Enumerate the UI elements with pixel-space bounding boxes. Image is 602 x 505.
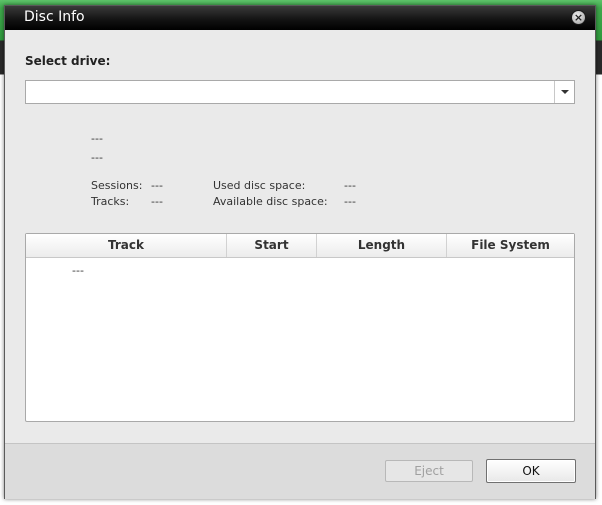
tracks-label: Tracks: bbox=[91, 195, 130, 208]
disc-info-line-2: --- bbox=[91, 151, 103, 164]
dialog-title: Disc Info bbox=[24, 9, 85, 25]
dialog-footer: Eject OK bbox=[5, 443, 595, 499]
dialog-titlebar: Disc Info × bbox=[5, 6, 595, 30]
used-space-label: Used disc space: bbox=[213, 179, 306, 192]
available-space-label: Available disc space: bbox=[213, 195, 328, 208]
available-space-value: --- bbox=[344, 195, 356, 208]
sessions-label: Sessions: bbox=[91, 179, 143, 192]
ok-button[interactable]: OK bbox=[486, 459, 576, 483]
tracks-table[interactable]: Track Start Length File System --- bbox=[25, 233, 575, 422]
column-header-file-system[interactable]: File System bbox=[447, 234, 574, 257]
drive-select[interactable] bbox=[25, 80, 575, 104]
used-space-value: --- bbox=[344, 179, 356, 192]
sessions-value: --- bbox=[151, 179, 163, 192]
disc-info-dialog: Disc Info × Select drive: --- --- Sessio… bbox=[4, 5, 596, 499]
tracks-table-header: Track Start Length File System bbox=[26, 234, 574, 258]
eject-button[interactable]: Eject bbox=[385, 460, 473, 482]
column-header-start[interactable]: Start bbox=[227, 234, 317, 257]
select-drive-label: Select drive: bbox=[25, 54, 111, 68]
tracks-value: --- bbox=[151, 195, 163, 208]
chevron-down-icon[interactable] bbox=[554, 81, 574, 103]
close-icon[interactable]: × bbox=[571, 10, 586, 25]
column-header-track[interactable]: Track bbox=[26, 234, 227, 257]
track-cell: --- bbox=[72, 264, 84, 277]
disc-info-line-1: --- bbox=[91, 132, 103, 145]
column-header-length[interactable]: Length bbox=[317, 234, 447, 257]
